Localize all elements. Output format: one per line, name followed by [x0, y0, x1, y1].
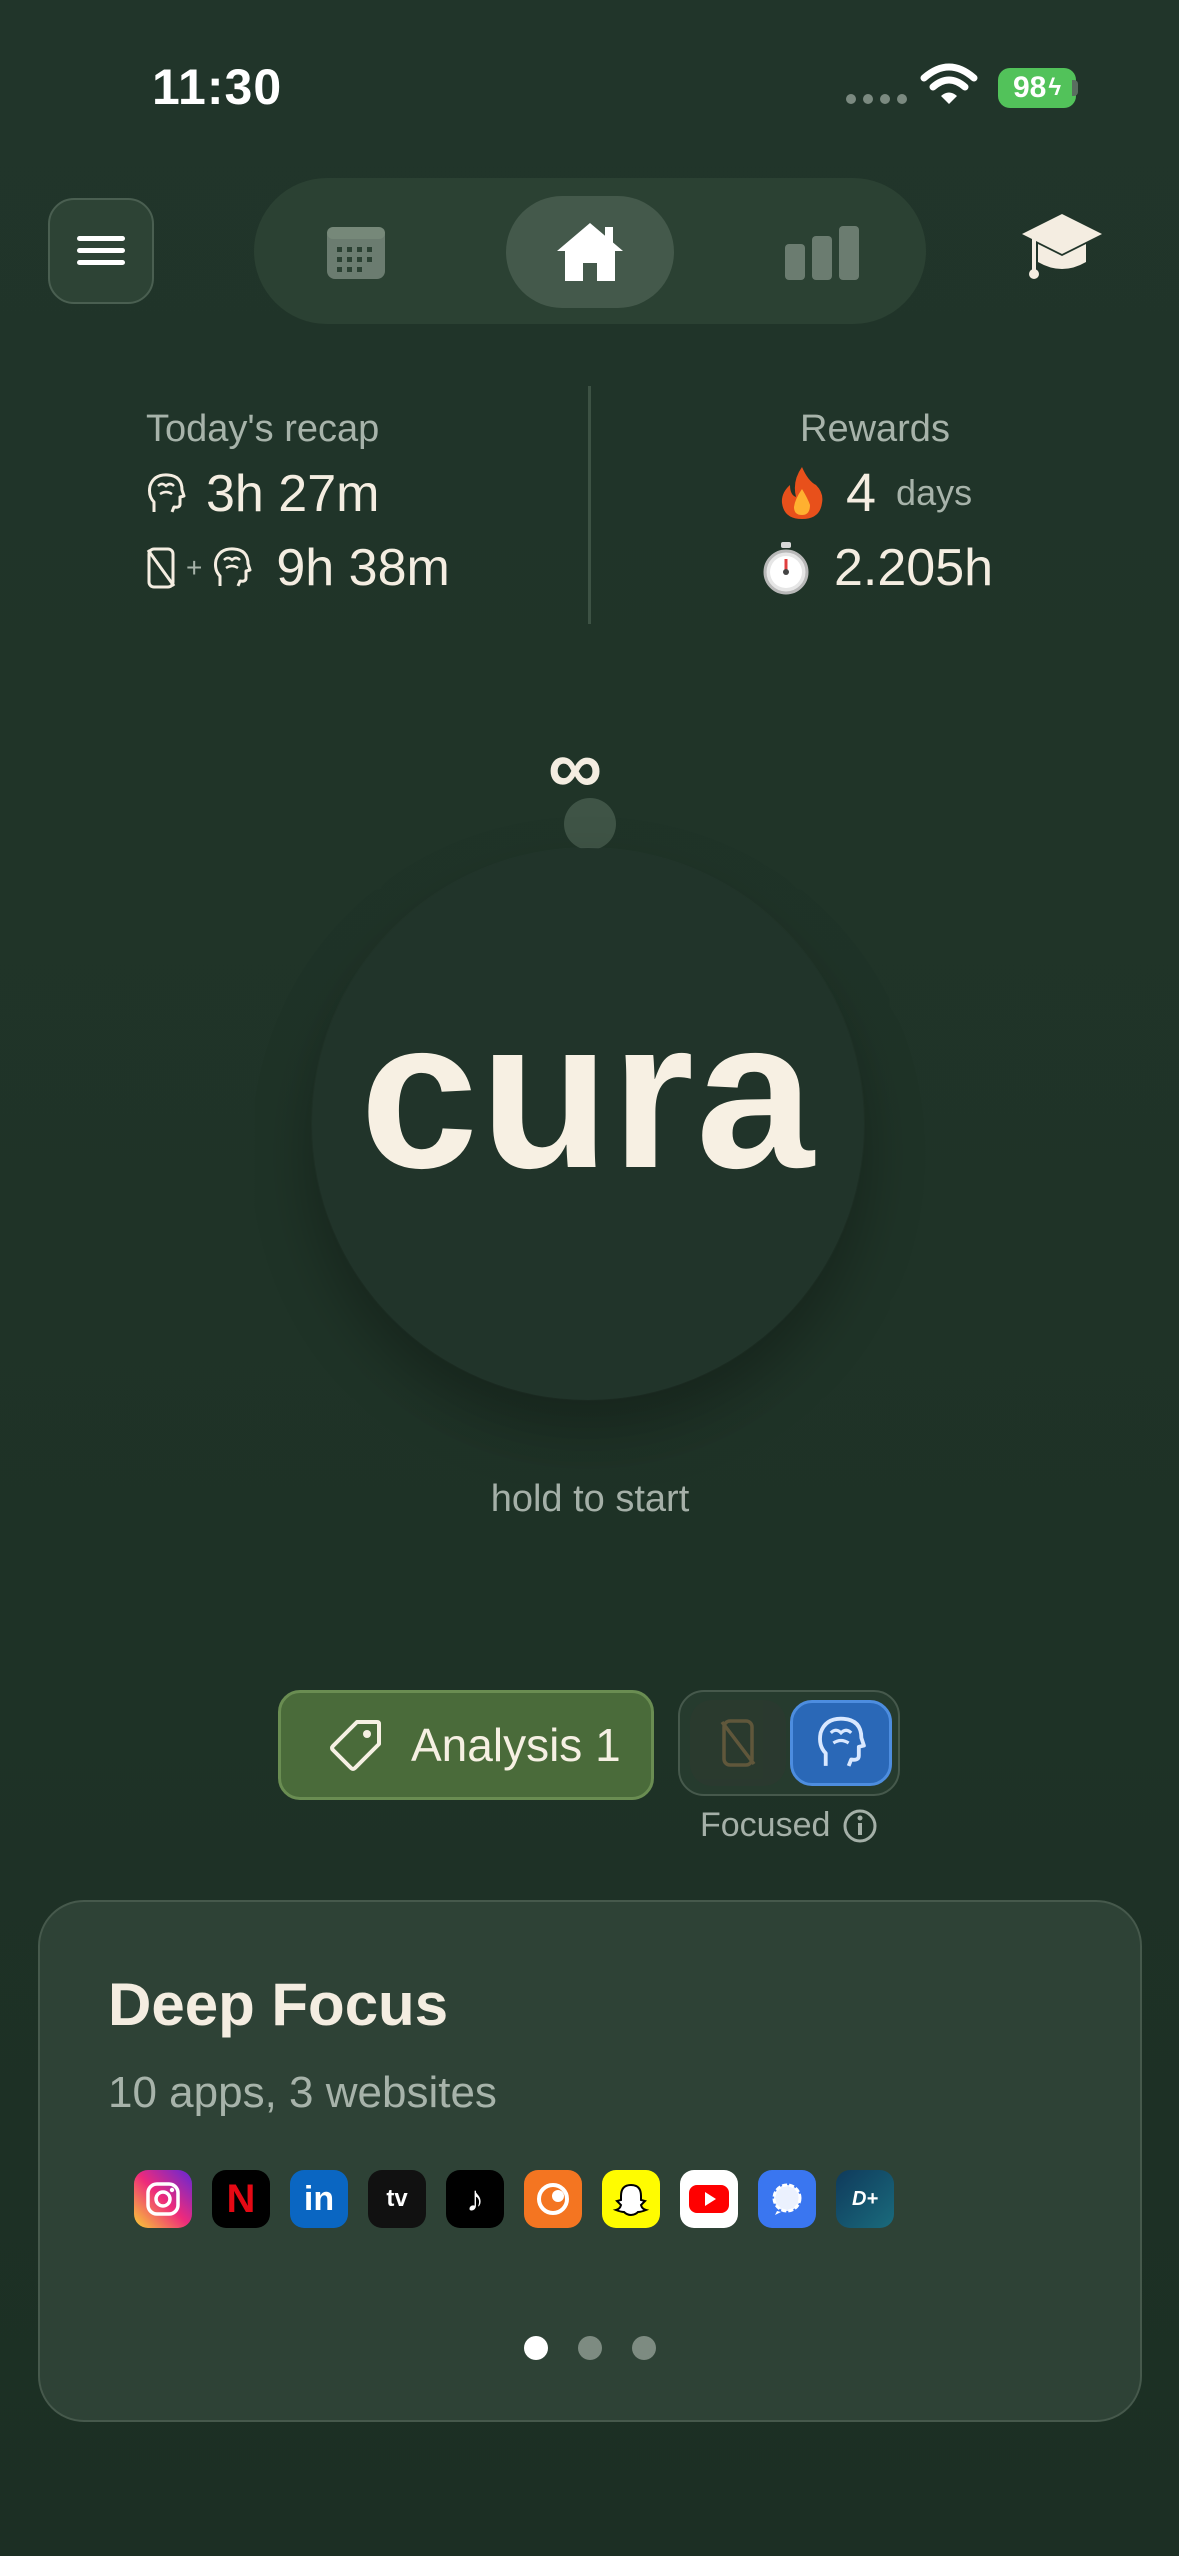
menu-button[interactable] — [48, 198, 154, 304]
tag-button[interactable]: Analysis 1 — [278, 1690, 654, 1800]
mode-no-phone-option[interactable] — [690, 1700, 786, 1786]
card-subtitle: 10 apps, 3 websites — [108, 2068, 497, 2117]
duration-knob[interactable] — [564, 798, 616, 850]
info-icon[interactable] — [842, 1808, 878, 1844]
mode-label-row: Focused — [700, 1806, 878, 1845]
plus-sign: + — [186, 552, 203, 583]
mode-label: Focused — [700, 1806, 831, 1844]
tag-label: Analysis 1 — [411, 1719, 621, 1771]
calendar-icon — [327, 227, 385, 279]
total-hours: 2.205h — [834, 539, 994, 597]
stopwatch-icon — [763, 542, 809, 595]
battery-cap — [1072, 80, 1078, 96]
tab-calendar[interactable] — [272, 196, 440, 308]
recap-focus-row: 3h 27m — [146, 464, 379, 524]
apple-tv-icon: tv — [368, 2170, 426, 2228]
recap-focus-time: 3h 27m — [206, 465, 380, 523]
signal-icon — [758, 2170, 816, 2228]
crunchyroll-icon — [524, 2170, 582, 2228]
total-hours-row: 2.205h — [762, 538, 993, 598]
brand-logo-text[interactable]: cura — [312, 988, 864, 1200]
youtube-icon — [680, 2170, 738, 2228]
duration-infinity[interactable]: ∞ — [548, 730, 602, 806]
hamburger-icon — [77, 236, 125, 265]
home-icon — [557, 223, 623, 281]
streak-value: 4 — [846, 463, 877, 523]
tiktok-icon: ♪ — [446, 2170, 504, 2228]
bar-chart-icon — [785, 226, 859, 280]
no-phone-icon — [146, 547, 176, 589]
recap-divider — [588, 386, 591, 624]
fire-icon — [781, 467, 823, 519]
tab-home[interactable] — [506, 196, 674, 308]
app-icon-row: N in tv ♪ D+ — [134, 2170, 894, 2228]
graduation-cap-icon[interactable] — [1020, 210, 1104, 291]
page-dot-3[interactable] — [632, 2336, 656, 2360]
card-page-indicator[interactable] — [524, 2336, 656, 2360]
page-dot-2[interactable] — [578, 2336, 602, 2360]
snapchat-icon — [602, 2170, 660, 2228]
cellular-signal-icon — [846, 94, 907, 104]
no-phone-icon — [720, 1719, 756, 1767]
recap-combined-time: 9h 38m — [276, 539, 450, 597]
streak-row: 4 days — [778, 462, 972, 524]
page-dot-1[interactable] — [524, 2336, 548, 2360]
battery-level: 98 — [1012, 71, 1047, 104]
disney-plus-icon: D+ — [836, 2170, 894, 2228]
hold-hint: hold to start — [490, 1478, 690, 1520]
tag-icon — [330, 1720, 381, 1771]
charging-bolt-icon: ϟ — [1048, 74, 1062, 101]
rewards-label: Rewards — [800, 408, 950, 450]
card-title: Deep Focus — [108, 1971, 449, 2038]
instagram-icon — [134, 2170, 192, 2228]
netflix-icon: N — [212, 2170, 270, 2228]
brain-head-icon — [148, 473, 186, 513]
recap-combined-row: + 9h 38m — [146, 538, 450, 598]
mode-focus-option[interactable] — [790, 1700, 892, 1786]
recap-label: Today's recap — [146, 408, 380, 450]
streak-unit: days — [896, 472, 973, 513]
wifi-icon — [920, 62, 978, 111]
brain-head-icon — [214, 547, 252, 587]
brain-head-icon — [818, 1716, 866, 1767]
status-time: 11:30 — [152, 59, 283, 115]
battery-indicator: 98 ϟ — [998, 68, 1076, 108]
linkedin-icon: in — [290, 2170, 348, 2228]
tab-stats[interactable] — [738, 196, 906, 308]
